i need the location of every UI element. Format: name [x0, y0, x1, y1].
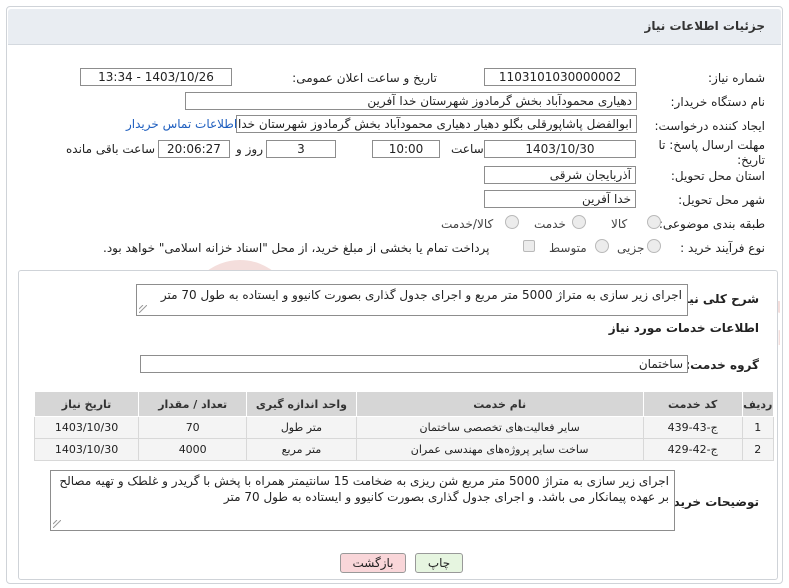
treasury-note: پرداخت تمام یا بخشی از مبلغ خرید، از محل…	[103, 241, 490, 255]
category-service-radio[interactable]	[572, 215, 586, 229]
row-date: 1403/10/30	[33, 438, 140, 461]
buyer-org-label: نام دستگاه خریدار:	[670, 95, 766, 109]
services-section-title: اطلاعات خدمات مورد نیاز	[608, 321, 759, 335]
buyer-notes-textarea: اجرای زیر سازی به متراژ 5000 متر مربع شن…	[50, 470, 675, 531]
process-medium-radio[interactable]	[595, 239, 609, 253]
announce-label: تاریخ و ساعت اعلان عمومی:	[292, 71, 437, 85]
process-label: نوع فرآیند خرید :	[680, 241, 765, 255]
province-field: آذربایجان شرقی	[484, 166, 636, 184]
category-goods-service-label: کالا/خدمت	[441, 217, 494, 231]
service-group-label: گروه خدمت:	[685, 358, 759, 372]
creator-field: ابوالفضل پاشاپورقلی بگلو دهیار دهیاری مح…	[236, 115, 637, 133]
need-number-field: 1103101030000002	[484, 68, 636, 86]
row-qty: 70	[138, 416, 248, 439]
panel-header: جزئیات اطلاعات نیاز	[8, 9, 781, 45]
col-date: تاریخ نیاز	[33, 391, 140, 417]
resize-grip-icon[interactable]	[139, 305, 147, 313]
category-goods-radio[interactable]	[647, 215, 661, 229]
city-field: خدا آفرین	[484, 190, 636, 208]
summary-text: اجرای زیر سازی به متراژ 5000 متر مربع و …	[160, 288, 682, 302]
table-header-row: ردیف کد خدمت نام خدمت واحد اندازه گیری ت…	[33, 391, 775, 417]
row-unit: متر مربع	[246, 438, 357, 461]
services-table: ردیف کد خدمت نام خدمت واحد اندازه گیری ت…	[33, 391, 775, 461]
row-qty: 4000	[138, 438, 248, 461]
table-row: 2 ج-42-429 ساخت سایر پروژه‌های مهندسی عم…	[33, 438, 775, 461]
process-minor-label: جزیی	[617, 241, 645, 255]
row-date: 1403/10/30	[33, 416, 140, 439]
page-title: جزئیات اطلاعات نیاز	[644, 19, 765, 33]
buyer-contact-link[interactable]: اطلاعات تماس خریدار	[126, 117, 237, 131]
row-index: 2	[741, 438, 775, 461]
province-label: استان محل تحویل:	[670, 169, 765, 183]
back-button[interactable]: بازگشت	[340, 553, 406, 573]
process-minor-radio[interactable]	[647, 239, 661, 253]
service-group-field: ساختمان	[140, 355, 688, 373]
col-qty: تعداد / مقدار	[138, 391, 248, 417]
time-label: ساعت	[451, 142, 484, 156]
table-row: 1 ج-43-439 سایر فعالیت‌های تخصصی ساختمان…	[33, 416, 775, 439]
remaining-time-field: 20:06:27	[158, 140, 230, 158]
category-goods-label: کالا	[611, 217, 628, 231]
days-field: 3	[266, 140, 336, 158]
col-code: کد خدمت	[642, 391, 743, 417]
col-index: ردیف	[741, 391, 775, 417]
buyer-org-field: دهیاری محمودآباد بخش گرمادوز شهرستان خدا…	[185, 92, 637, 110]
row-unit: متر طول	[246, 416, 357, 439]
deadline-label: مهلت ارسال پاسخ: تا تاریخ:	[658, 138, 765, 167]
row-code: ج-43-439	[642, 416, 743, 439]
row-code: ج-42-429	[642, 438, 743, 461]
row-name: ساخت سایر پروژه‌های مهندسی عمران	[355, 438, 644, 461]
row-index: 1	[741, 416, 775, 439]
resize-grip-icon[interactable]	[53, 520, 61, 528]
city-label: شهر محل تحویل:	[678, 193, 765, 207]
category-goods-service-radio[interactable]	[505, 215, 519, 229]
days-label: روز و	[236, 142, 263, 156]
process-medium-label: متوسط	[549, 241, 587, 255]
need-number-label: شماره نیاز:	[708, 71, 765, 85]
buyer-notes-text: اجرای زیر سازی به متراژ 5000 متر مربع شن…	[59, 474, 669, 504]
col-name: نام خدمت	[355, 391, 644, 417]
creator-label: ایجاد کننده درخواست:	[654, 119, 765, 133]
deadline-time-field: 10:00	[372, 140, 440, 158]
treasury-checkbox[interactable]	[523, 240, 535, 252]
print-button[interactable]: چاپ	[415, 553, 463, 573]
deadline-date-field: 1403/10/30	[484, 140, 636, 158]
col-unit: واحد اندازه گیری	[246, 391, 357, 417]
summary-textarea: اجرای زیر سازی به متراژ 5000 متر مربع و …	[136, 284, 688, 316]
announce-field: 1403/10/26 - 13:34	[80, 68, 232, 86]
category-label: طبقه بندی موضوعی:	[658, 217, 765, 231]
category-service-label: خدمت	[534, 217, 566, 231]
row-name: سایر فعالیت‌های تخصصی ساختمان	[355, 416, 644, 439]
remaining-label: ساعت باقی مانده	[66, 142, 156, 156]
